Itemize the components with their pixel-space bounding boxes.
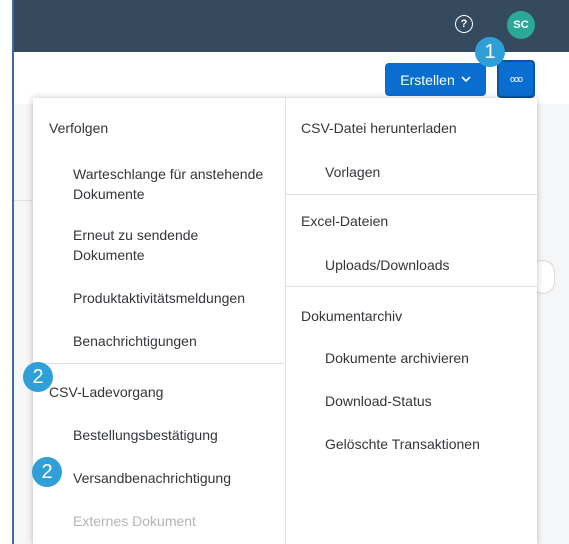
menu-item-bestellungsbestaetigung[interactable]: Bestellungsbestätigung [73,425,218,445]
actions-menu: Verfolgen Warteschlange für anstehende D… [33,98,537,544]
menu-item-warteschlange[interactable]: Warteschlange für anstehende Dokumente [73,164,273,204]
help-icon[interactable]: ? [455,15,473,33]
more-actions-button[interactable]: ooo [497,60,535,98]
chevron-down-icon [461,76,471,83]
menu-item-versandbenachrichtigung[interactable]: Versandbenachrichtigung [73,468,231,488]
menu-header-csv-herunterladen: CSV-Datei herunterladen [301,120,457,136]
menu-header-excel: Excel-Dateien [301,213,389,229]
menu-item-produktaktivitaet[interactable]: Produktaktivitätsmeldungen [73,288,245,308]
menu-item-vorlagen[interactable]: Vorlagen [325,162,380,182]
callout-badge: 1 [475,37,505,67]
create-button[interactable]: Erstellen [385,63,486,96]
menu-item-erneut-zu-sendende[interactable]: Erneut zu sendende Dokumente [73,225,253,265]
callout-badge: 2 [23,362,53,392]
more-icon: ooo [509,74,523,84]
menu-item-externes-dokument: Externes Dokument [73,513,196,529]
app-window: ? SC Erstellen ooo Verfolgen Warteschlan… [0,0,569,544]
menu-header-csv-ladevorgang: CSV-Ladevorgang [49,384,164,400]
menu-item-benachrichtigungen[interactable]: Benachrichtigungen [73,331,197,351]
menu-item-uploads-downloads[interactable]: Uploads/Downloads [325,255,450,275]
menu-separator [33,363,285,364]
callout-badge: 2 [32,457,62,487]
menu-separator [286,286,537,287]
avatar[interactable]: SC [507,11,535,39]
menu-column-divider [285,98,286,544]
create-button-label: Erstellen [400,71,455,88]
menu-item-dokumente-archivieren[interactable]: Dokumente archivieren [325,348,469,368]
menu-separator [286,194,537,195]
menu-header-verfolgen: Verfolgen [49,120,109,136]
menu-item-geloeschte-transaktionen[interactable]: Gelöschte Transaktionen [325,434,480,454]
background-divider [14,200,34,201]
menu-item-download-status[interactable]: Download-Status [325,391,432,411]
menu-header-dokumentarchiv: Dokumentarchiv [301,308,403,324]
